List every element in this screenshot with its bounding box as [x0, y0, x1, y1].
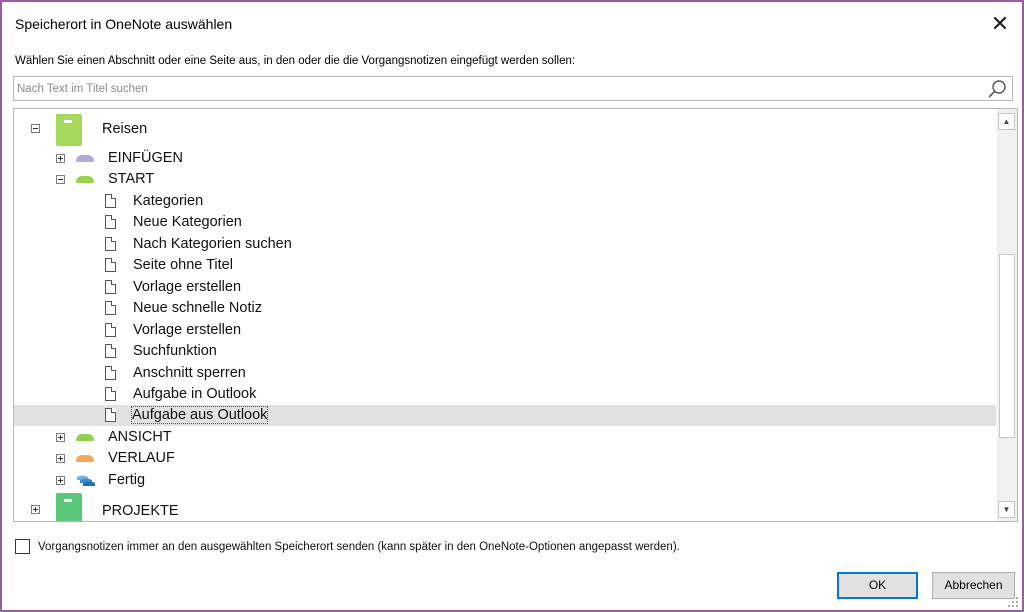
section-group-icon — [77, 475, 95, 486]
page-icon — [105, 344, 116, 358]
page-icon — [105, 408, 116, 422]
tree-item-notebook-reisen[interactable]: Reisen — [14, 112, 996, 146]
page-icon — [105, 237, 116, 251]
page-icon — [105, 366, 116, 380]
notebook-label: PROJEKTE — [102, 503, 179, 519]
tree-item-notebook-projekte[interactable]: PROJEKTE — [14, 493, 996, 521]
scroll-up-icon[interactable]: ▲ — [998, 113, 1015, 130]
tree-item-section-group-fertig[interactable]: Fertig — [14, 470, 996, 491]
section-label: VERLAUF — [108, 450, 175, 466]
expand-icon[interactable] — [56, 154, 65, 163]
page-icon — [105, 258, 116, 272]
tree-item-page[interactable]: Neue schnelle Notiz — [14, 298, 996, 319]
page-label: Seite ohne Titel — [133, 257, 233, 273]
section-label: Fertig — [108, 472, 146, 488]
page-label: Neue schnelle Notiz — [133, 300, 262, 316]
tree-item-page[interactable]: Seite ohne Titel — [14, 255, 996, 276]
expand-icon[interactable] — [56, 476, 65, 485]
tree-item-section-verlauf[interactable]: VERLAUF — [14, 448, 996, 469]
page-icon — [105, 323, 116, 337]
collapse-icon[interactable] — [31, 124, 40, 133]
scroll-down-icon[interactable]: ▼ — [998, 501, 1015, 518]
page-icon — [105, 387, 116, 401]
section-label: START — [108, 171, 155, 187]
tree-item-page[interactable]: Vorlage erstellen — [14, 277, 996, 298]
page-label: Vorlage erstellen — [133, 279, 242, 295]
expand-icon[interactable] — [31, 505, 40, 514]
notebook-label: Reisen — [102, 121, 148, 137]
scroll-thumb[interactable] — [999, 254, 1015, 438]
expand-icon[interactable] — [56, 454, 65, 463]
tree-item-page[interactable]: Kategorien — [14, 191, 996, 212]
collapse-icon[interactable] — [56, 175, 65, 184]
page-label: Vorlage erstellen — [133, 322, 242, 338]
search-icon[interactable] — [986, 78, 1008, 100]
close-icon[interactable]: ✕ — [986, 10, 1014, 38]
section-icon — [76, 455, 94, 462]
page-icon — [105, 280, 116, 294]
tree-item-page[interactable]: Neue Kategorien — [14, 212, 996, 233]
notebook-icon — [56, 114, 82, 146]
cancel-button[interactable]: Abbrechen — [932, 572, 1015, 599]
always-send-label[interactable]: Vorgangsnotizen immer an den ausgewählte… — [38, 541, 680, 553]
notebook-tree[interactable]: Reisen EINFÜGEN START Kategorien Neue Ka… — [13, 108, 1018, 522]
resize-grip-icon[interactable] — [1007, 596, 1019, 608]
tree-item-page-selected[interactable]: Aufgabe aus Outlook — [14, 405, 996, 426]
tree-item-section-start[interactable]: START — [14, 169, 996, 190]
page-label: Neue Kategorien — [133, 214, 242, 230]
page-label: Nach Kategorien suchen — [133, 236, 292, 252]
tree-item-page[interactable]: Nach Kategorien suchen — [14, 234, 996, 255]
page-label: Aufgabe aus Outlook — [130, 406, 269, 424]
page-label: Anschnitt sperren — [133, 365, 246, 381]
section-label: EINFÜGEN — [108, 150, 183, 166]
page-icon — [105, 194, 116, 208]
page-icon — [105, 215, 116, 229]
tree-item-page[interactable]: Suchfunktion — [14, 341, 996, 362]
tree-item-page[interactable]: Aufgabe in Outlook — [14, 384, 996, 405]
tree-item-page[interactable]: Vorlage erstellen — [14, 320, 996, 341]
tree-item-page[interactable]: Anschnitt sperren — [14, 363, 996, 384]
tree-item-section-ansicht[interactable]: ANSICHT — [14, 427, 996, 448]
expand-icon[interactable] — [56, 433, 65, 442]
search-box — [13, 76, 1013, 101]
vertical-scrollbar[interactable]: ▲ ▼ — [997, 109, 1017, 521]
dialog-title: Speicherort in OneNote auswählen — [15, 16, 233, 32]
section-icon — [76, 155, 94, 162]
tree-item-section-einfuegen[interactable]: EINFÜGEN — [14, 148, 996, 169]
page-label: Suchfunktion — [133, 343, 217, 359]
section-icon — [76, 176, 94, 183]
title-bar: Speicherort in OneNote auswählen ✕ — [2, 2, 1022, 46]
always-send-checkbox[interactable] — [15, 539, 30, 554]
ok-button[interactable]: OK — [837, 572, 918, 599]
notebook-icon — [56, 493, 82, 521]
page-label: Aufgabe in Outlook — [133, 386, 257, 402]
section-label: ANSICHT — [108, 429, 172, 445]
section-icon — [76, 434, 94, 441]
search-input[interactable] — [14, 77, 977, 100]
page-label: Kategorien — [133, 193, 204, 209]
dialog-window: Speicherort in OneNote auswählen ✕ Wähle… — [0, 0, 1024, 612]
instruction-text: Wählen Sie einen Abschnitt oder eine Sei… — [15, 55, 576, 67]
page-icon — [105, 301, 116, 315]
